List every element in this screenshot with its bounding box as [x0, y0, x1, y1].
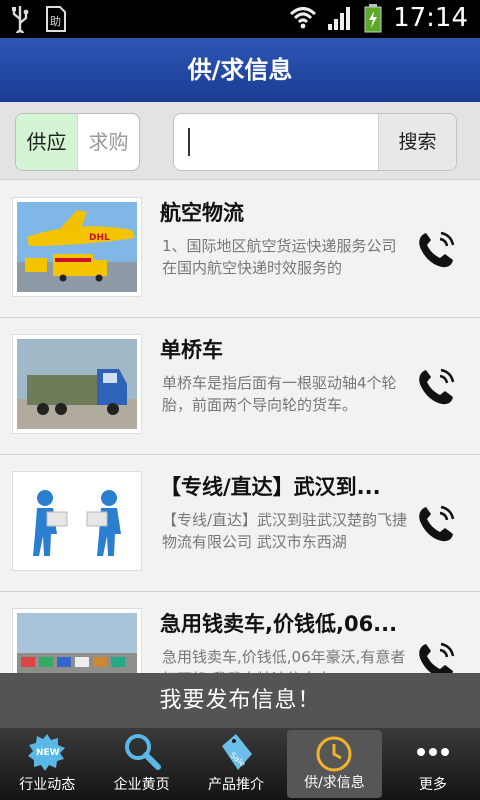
bottom-nav: NEW 行业动态 企业黄页 Sale 产品推介 供/求信息 更多 [0, 728, 480, 800]
item-description: 急用钱卖车,价钱低,06年豪沃,有意者打下机,我武卡特流信息中 [162, 648, 406, 673]
search-input[interactable] [180, 120, 376, 164]
nav-item-supply-demand[interactable]: 供/求信息 [287, 730, 382, 798]
text-cursor [188, 128, 190, 156]
list-item[interactable]: 急用钱卖车,价钱低,06... 急用钱卖车,价钱低,06年豪沃,有意者打下机,我… [0, 592, 480, 673]
parking-lot-image [12, 608, 142, 673]
status-bar: 助 17:14 [0, 0, 480, 38]
signal-icon [328, 7, 351, 30]
supply-demand-toggle: 供应 求购 [15, 113, 140, 171]
sale-tag-icon: Sale [222, 734, 253, 770]
item-title: 航空物流 [160, 201, 244, 225]
nav-item-more[interactable]: 更多 [386, 728, 480, 800]
search-icon [124, 734, 161, 770]
clock-time: 17:14 [393, 3, 468, 33]
info-list[interactable]: DHL 航空物流 1、国际地区航空货运快递服务公司在国内航空快递时效服务的 单桥… [0, 181, 480, 673]
tab-supply[interactable]: 供应 [16, 114, 77, 170]
search-box: 搜索 [173, 113, 457, 171]
item-title: 【专线/直达】武汉到... [160, 475, 381, 499]
phone-icon[interactable] [414, 227, 458, 271]
svg-text:NEW: NEW [36, 748, 60, 758]
sim-icon: 助 [46, 6, 66, 32]
svg-text:助: 助 [50, 14, 61, 28]
nav-label: 更多 [418, 777, 447, 793]
nav-label: 供/求信息 [304, 775, 365, 791]
svg-text:DHL: DHL [89, 233, 110, 243]
tab-purchase[interactable]: 求购 [77, 114, 139, 170]
nav-item-yellow-pages[interactable]: 企业黄页 [94, 728, 188, 800]
nav-item-products[interactable]: Sale 产品推介 [189, 728, 283, 800]
movers-image [12, 471, 142, 571]
list-item[interactable]: 【专线/直达】武汉到... 【专线/直达】武汉到驻武汉楚韵飞捷物流有限公司 武汉… [0, 455, 480, 592]
wifi-icon [290, 7, 317, 29]
publish-info-button[interactable]: 我要发布信息！ [0, 673, 480, 728]
battery-icon [364, 4, 382, 33]
list-item[interactable]: DHL 航空物流 1、国际地区航空货运快递服务公司在国内航空快递时效服务的 [0, 181, 480, 318]
truck-image [12, 334, 142, 434]
new-badge-icon: NEW [28, 734, 66, 771]
item-title: 急用钱卖车,价钱低,06... [160, 612, 398, 636]
clock-icon [316, 736, 352, 772]
item-description: 【专线/直达】武汉到驻武汉楚韵飞捷物流有限公司 武汉市东西湖 [162, 511, 408, 551]
nav-label: 企业黄页 [113, 777, 170, 793]
nav-label: 产品推介 [208, 777, 265, 793]
phone-icon[interactable] [414, 364, 458, 408]
item-description: 单桥车是指后面有一根驱动轴4个轮胎，前面两个导向轮的货车。 [162, 374, 397, 414]
item-title: 单桥车 [160, 338, 223, 362]
search-button[interactable]: 搜索 [378, 114, 456, 170]
nav-label: 行业动态 [19, 777, 76, 793]
nav-item-industry-news[interactable]: NEW 行业动态 [0, 728, 94, 800]
page-title: 供/求信息 [0, 38, 480, 102]
item-description: 1、国际地区航空货运快递服务公司在国内航空快递时效服务的 [162, 237, 397, 277]
cargo-plane-image: DHL [12, 197, 142, 297]
usb-icon [12, 6, 29, 33]
phone-icon[interactable] [414, 638, 458, 673]
more-dots-icon [416, 748, 449, 756]
filter-row: 供应 求购 搜索 [0, 102, 480, 180]
phone-icon[interactable] [414, 501, 458, 545]
list-item[interactable]: 单桥车 单桥车是指后面有一根驱动轴4个轮胎，前面两个导向轮的货车。 [0, 318, 480, 455]
